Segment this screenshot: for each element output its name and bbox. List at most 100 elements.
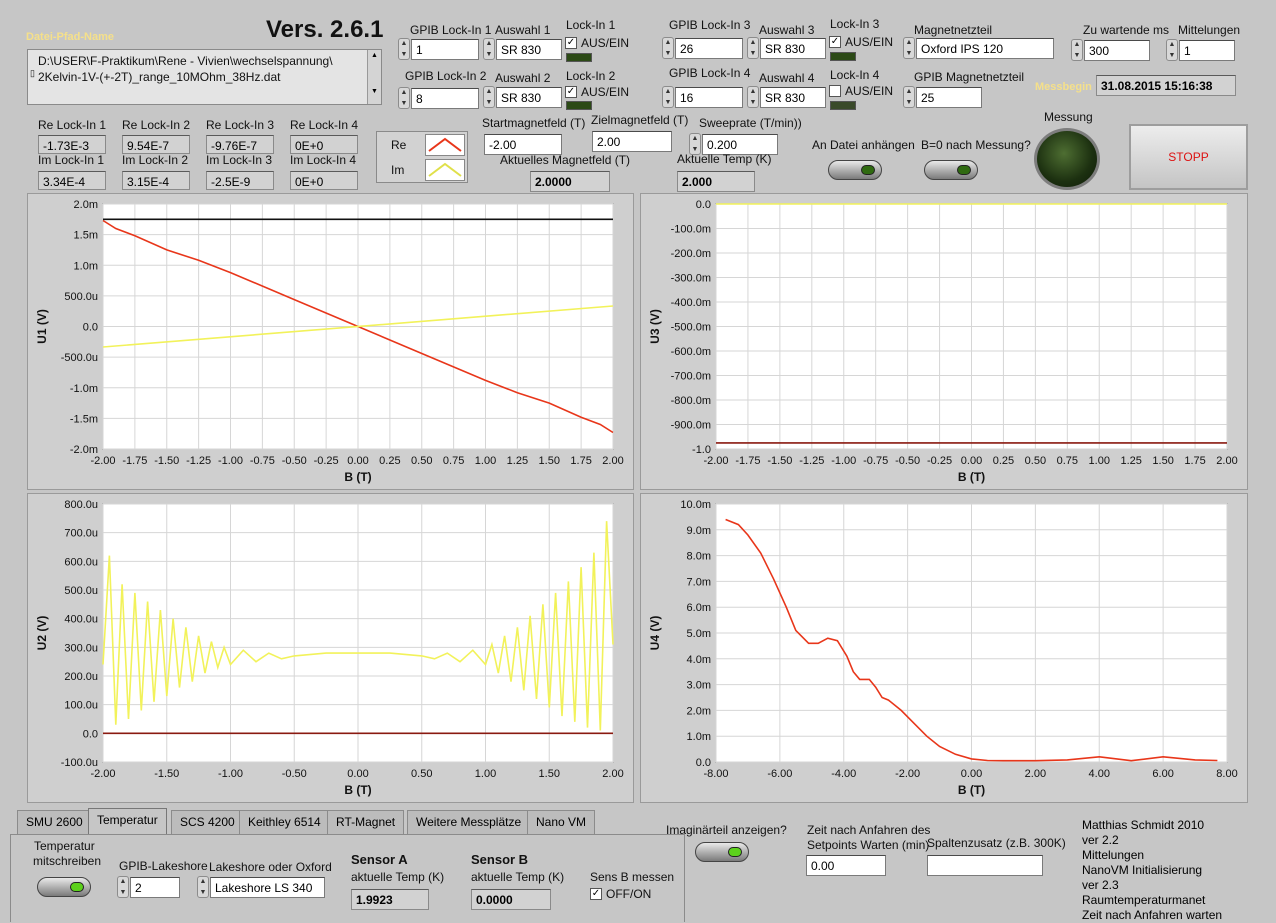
x-tick-label: 2.00 bbox=[602, 455, 623, 467]
auswahl-1-label: Auswahl 1 bbox=[495, 23, 551, 37]
tab-smu-2600[interactable]: SMU 2600 bbox=[17, 810, 92, 834]
file-path-line-1: D:\USER\F-Praktikum\Rene - Vivien\wechse… bbox=[38, 54, 333, 68]
x-axis-label: B (T) bbox=[958, 783, 985, 797]
gpib-lockin-4-input[interactable]: 16 bbox=[675, 87, 743, 108]
imaginaerteil-label: Imaginärteil anzeigen? bbox=[666, 823, 787, 837]
gpib-lockin-4-spinner[interactable]: ▲ ▼ bbox=[662, 86, 674, 108]
y-tick-label: -500.0m bbox=[671, 322, 711, 334]
magnetnetzteil-select[interactable]: Oxford IPS 120 bbox=[916, 38, 1054, 59]
graph-u2[interactable]: -2.00 -1.50 -1.00 -0.50 0.00 0.50 1.00 1.50 2.00… bbox=[27, 493, 634, 803]
lockin-4-checkbox[interactable] bbox=[829, 85, 841, 97]
gpib-lockin-2-input[interactable]: 8 bbox=[411, 88, 479, 109]
x-tick-label: -0.75 bbox=[250, 455, 275, 467]
x-tick-label: 0.00 bbox=[347, 768, 368, 780]
lockin-4-led bbox=[830, 101, 856, 110]
gpib-lockin-2-spinner[interactable]: ▲ ▼ bbox=[398, 87, 410, 109]
x-tick-label: -1.50 bbox=[154, 768, 179, 780]
re-lockin-2-label: Re Lock-In 2 bbox=[122, 118, 191, 132]
auswahl-2-select[interactable]: SR 830 bbox=[496, 87, 562, 108]
chart-u3-svg: -2.00 -1.75 -1.50 -1.25 -1.00 -0.75 -0.50 -0.25… bbox=[648, 199, 1238, 484]
y-tick-label: -400.0m bbox=[671, 297, 711, 309]
an-datei-anhaengen-toggle[interactable] bbox=[828, 160, 882, 180]
file-path-box[interactable]: D:\USER\F-Praktikum\Rene - Vivien\wechse… bbox=[27, 49, 382, 105]
lakeshore-gpib-spinner[interactable]: ▲ ▼ bbox=[117, 876, 129, 898]
messbeginn-label: Messbegin bbox=[1035, 81, 1092, 93]
legend-im-swatch[interactable] bbox=[425, 159, 465, 181]
graph-u3[interactable]: -2.00 -1.75 -1.50 -1.25 -1.00 -0.75 -0.50 -0.25… bbox=[640, 193, 1248, 490]
credit-line: Matthias Schmidt 2010 bbox=[1082, 818, 1205, 832]
auswahl-3-select[interactable]: SR 830 bbox=[760, 38, 826, 59]
tab-rt-magnet[interactable]: RT-Magnet bbox=[327, 810, 405, 834]
tab-nano-vm[interactable]: Nano VM bbox=[527, 810, 596, 834]
x-tick-label: -2.00 bbox=[703, 455, 728, 467]
wait-ms-spinner[interactable]: ▲ ▼ bbox=[1071, 39, 1083, 61]
y-axis-label: U1 (V) bbox=[35, 309, 49, 344]
sensor-a-value: 1.9923 bbox=[351, 889, 429, 910]
x-tick-label: 4.00 bbox=[1089, 768, 1110, 780]
file-path-label: Datei-Pfad-Name bbox=[26, 31, 115, 43]
y-axis-label: U3 (V) bbox=[648, 309, 662, 344]
tab-scs-4200[interactable]: SCS 4200 bbox=[171, 810, 244, 834]
zielmagnetfeld-label: Zielmagnetfeld (T) bbox=[591, 113, 689, 127]
auswahl-4-select[interactable]: SR 830 bbox=[760, 87, 826, 108]
lakeshore-type-select[interactable]: Lakeshore LS 340 bbox=[210, 877, 325, 898]
mittelungen-label: Mittelungen bbox=[1178, 23, 1241, 37]
lockin-3-checkbox[interactable]: ✓ bbox=[829, 36, 841, 48]
lakeshore-gpib-input[interactable]: 2 bbox=[130, 877, 180, 898]
x-tick-label: -1.00 bbox=[831, 455, 856, 467]
auswahl-1-select[interactable]: SR 830 bbox=[496, 39, 562, 60]
im-lockin-4-label: Im Lock-In 4 bbox=[290, 153, 357, 167]
x-tick-label: 1.00 bbox=[475, 455, 496, 467]
gpib-magnet-input[interactable]: 25 bbox=[916, 87, 982, 108]
file-path-scrollbar[interactable]: ▲ ▼ bbox=[367, 50, 381, 104]
auswahl-2-spinner[interactable]: ▲ ▼ bbox=[483, 86, 495, 108]
graph-u1[interactable]: -2.00 -1.75 -1.50 -1.25 -1.00 -0.75 -0.50 -0.25… bbox=[27, 193, 634, 490]
zeit-anfahren-input[interactable]: 0.00 bbox=[806, 855, 886, 876]
legend-re-label: Re bbox=[391, 138, 407, 152]
x-tick-label: -1.25 bbox=[186, 455, 211, 467]
graph-u4[interactable]: -8.00 -6.00 -4.00 -2.00 0.00 2.00 4.00 6.00 8.00… bbox=[640, 493, 1248, 803]
gpib-lockin-3-input[interactable]: 26 bbox=[675, 38, 743, 59]
temp-mitschreiben-toggle[interactable] bbox=[37, 877, 91, 897]
x-tick-label: -4.00 bbox=[831, 768, 856, 780]
mittelungen-spinner[interactable]: ▲ ▼ bbox=[1166, 39, 1178, 61]
gpib-lockin-3-spinner[interactable]: ▲ ▼ bbox=[662, 37, 674, 59]
wait-ms-input[interactable]: 300 bbox=[1084, 40, 1150, 61]
zielmagnetfeld-input[interactable]: 2.00 bbox=[592, 131, 672, 152]
tab-keithley-6514[interactable]: Keithley 6514 bbox=[239, 810, 330, 834]
tab-temperatur[interactable]: Temperatur bbox=[88, 808, 167, 834]
x-tick-label: -6.00 bbox=[767, 768, 792, 780]
auswahl-1-spinner[interactable]: ▲ ▼ bbox=[483, 38, 495, 60]
gpib-lockin-1-spinner[interactable]: ▲ ▼ bbox=[398, 38, 410, 60]
gpib-lockin-1-input[interactable]: 1 bbox=[411, 39, 479, 60]
x-axis-label: B (T) bbox=[344, 783, 371, 797]
b-null-lamp bbox=[957, 165, 971, 175]
tab-weitere-messplaetze[interactable]: Weitere Messplätze bbox=[407, 810, 531, 834]
im-lockin-3-value: -2.5E-9 bbox=[206, 171, 274, 190]
startmagnetfeld-input[interactable]: -2.00 bbox=[484, 134, 562, 155]
x-tick-label: -2.00 bbox=[90, 455, 115, 467]
stopp-button[interactable]: STOPP bbox=[1129, 124, 1248, 190]
spaltenzusatz-input[interactable] bbox=[927, 855, 1043, 876]
magnetnetzteil-spinner[interactable]: ▲ ▼ bbox=[903, 37, 915, 59]
b-null-toggle[interactable] bbox=[924, 160, 978, 180]
x-tick-label: -0.50 bbox=[282, 455, 307, 467]
y-tick-label: 800.0u bbox=[64, 499, 98, 511]
credits-block: Matthias Schmidt 2010 ver 2.2 Mittelunge… bbox=[1082, 818, 1272, 922]
y-tick-label: 6.0m bbox=[687, 602, 711, 614]
chart-u1-svg: -2.00 -1.75 -1.50 -1.25 -1.00 -0.75 -0.50 -0.25… bbox=[35, 199, 624, 484]
sens-b-checkbox[interactable]: ✓ bbox=[590, 888, 602, 900]
lockin-1-checkbox[interactable]: ✓ bbox=[565, 37, 577, 49]
lockin-2-checkbox[interactable]: ✓ bbox=[565, 86, 577, 98]
re-lockin-1-label: Re Lock-In 1 bbox=[38, 118, 107, 132]
auswahl-3-spinner[interactable]: ▲ ▼ bbox=[747, 37, 759, 59]
auswahl-4-spinner[interactable]: ▲ ▼ bbox=[747, 86, 759, 108]
legend-re-swatch[interactable] bbox=[425, 134, 465, 156]
mittelungen-input[interactable]: 1 bbox=[1179, 40, 1235, 61]
imaginaerteil-toggle[interactable] bbox=[695, 842, 749, 862]
x-tick-label: -1.75 bbox=[735, 455, 760, 467]
re-lockin-1-value: -1.73E-3 bbox=[38, 135, 106, 154]
gpib-magnet-spinner[interactable]: ▲ ▼ bbox=[903, 86, 915, 108]
lakeshore-type-spinner[interactable]: ▲ ▼ bbox=[197, 876, 209, 898]
y-tick-label: -800.0m bbox=[671, 395, 711, 407]
